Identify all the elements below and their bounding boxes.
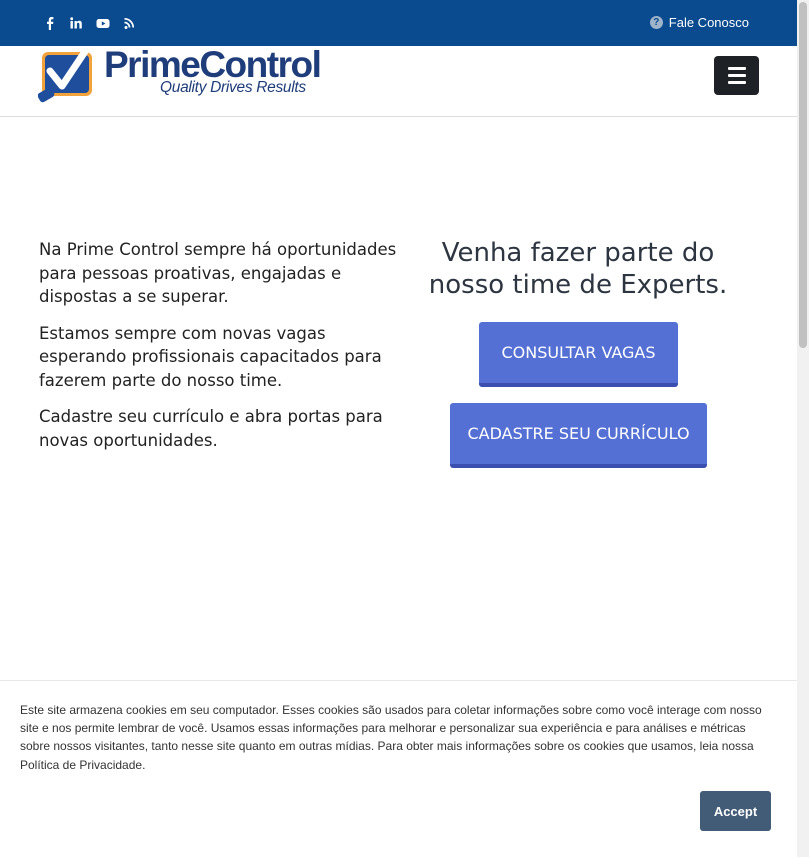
scrollbar-thumb[interactable] [799,2,807,348]
menu-bar [727,74,746,77]
cadastre-curriculo-button[interactable]: CADASTRE SEU CURRÍCULO [450,403,707,468]
page: ? Fale Conosco PrimeControl Quality Driv… [0,0,797,858]
facebook-icon[interactable] [44,16,56,30]
intro-text: Na Prime Control sempre há oportunidades… [39,238,404,465]
site-header: PrimeControl Quality Drives Results [0,44,797,117]
brand-tagline: Quality Drives Results [160,79,306,96]
cookie-banner: Este site armazena cookies em seu comput… [0,680,797,858]
top-bar: ? Fale Conosco [0,0,797,46]
logo-check-icon [38,46,92,103]
youtube-icon[interactable] [96,16,110,30]
page-headline: Venha fazer parte do nosso time de Exper… [428,238,728,300]
help-icon: ? [649,16,663,29]
accept-button[interactable]: Accept [700,791,771,831]
rss-icon[interactable] [124,16,136,30]
consultar-vagas-button[interactable]: CONSULTAR VAGAS [479,322,678,387]
menu-toggle-button[interactable] [714,56,759,95]
contact-link[interactable]: ? Fale Conosco [649,15,749,30]
menu-bar [727,81,746,84]
menu-bar [727,67,746,70]
intro-paragraph-1: Na Prime Control sempre há oportunidades… [39,240,397,306]
linkedin-icon[interactable] [70,16,82,30]
intro-paragraph-2: Estamos sempre com novas vagas esperando… [39,323,382,390]
intro-paragraph-3: Cadastre seu currículo e abra portas par… [39,407,383,450]
cookie-text: Este site armazena cookies em seu comput… [20,703,762,772]
contact-label: Fale Conosco [668,15,749,30]
social-links [44,16,136,30]
scrollbar[interactable] [797,0,809,857]
logo[interactable]: PrimeControl Quality Drives Results [38,44,328,104]
